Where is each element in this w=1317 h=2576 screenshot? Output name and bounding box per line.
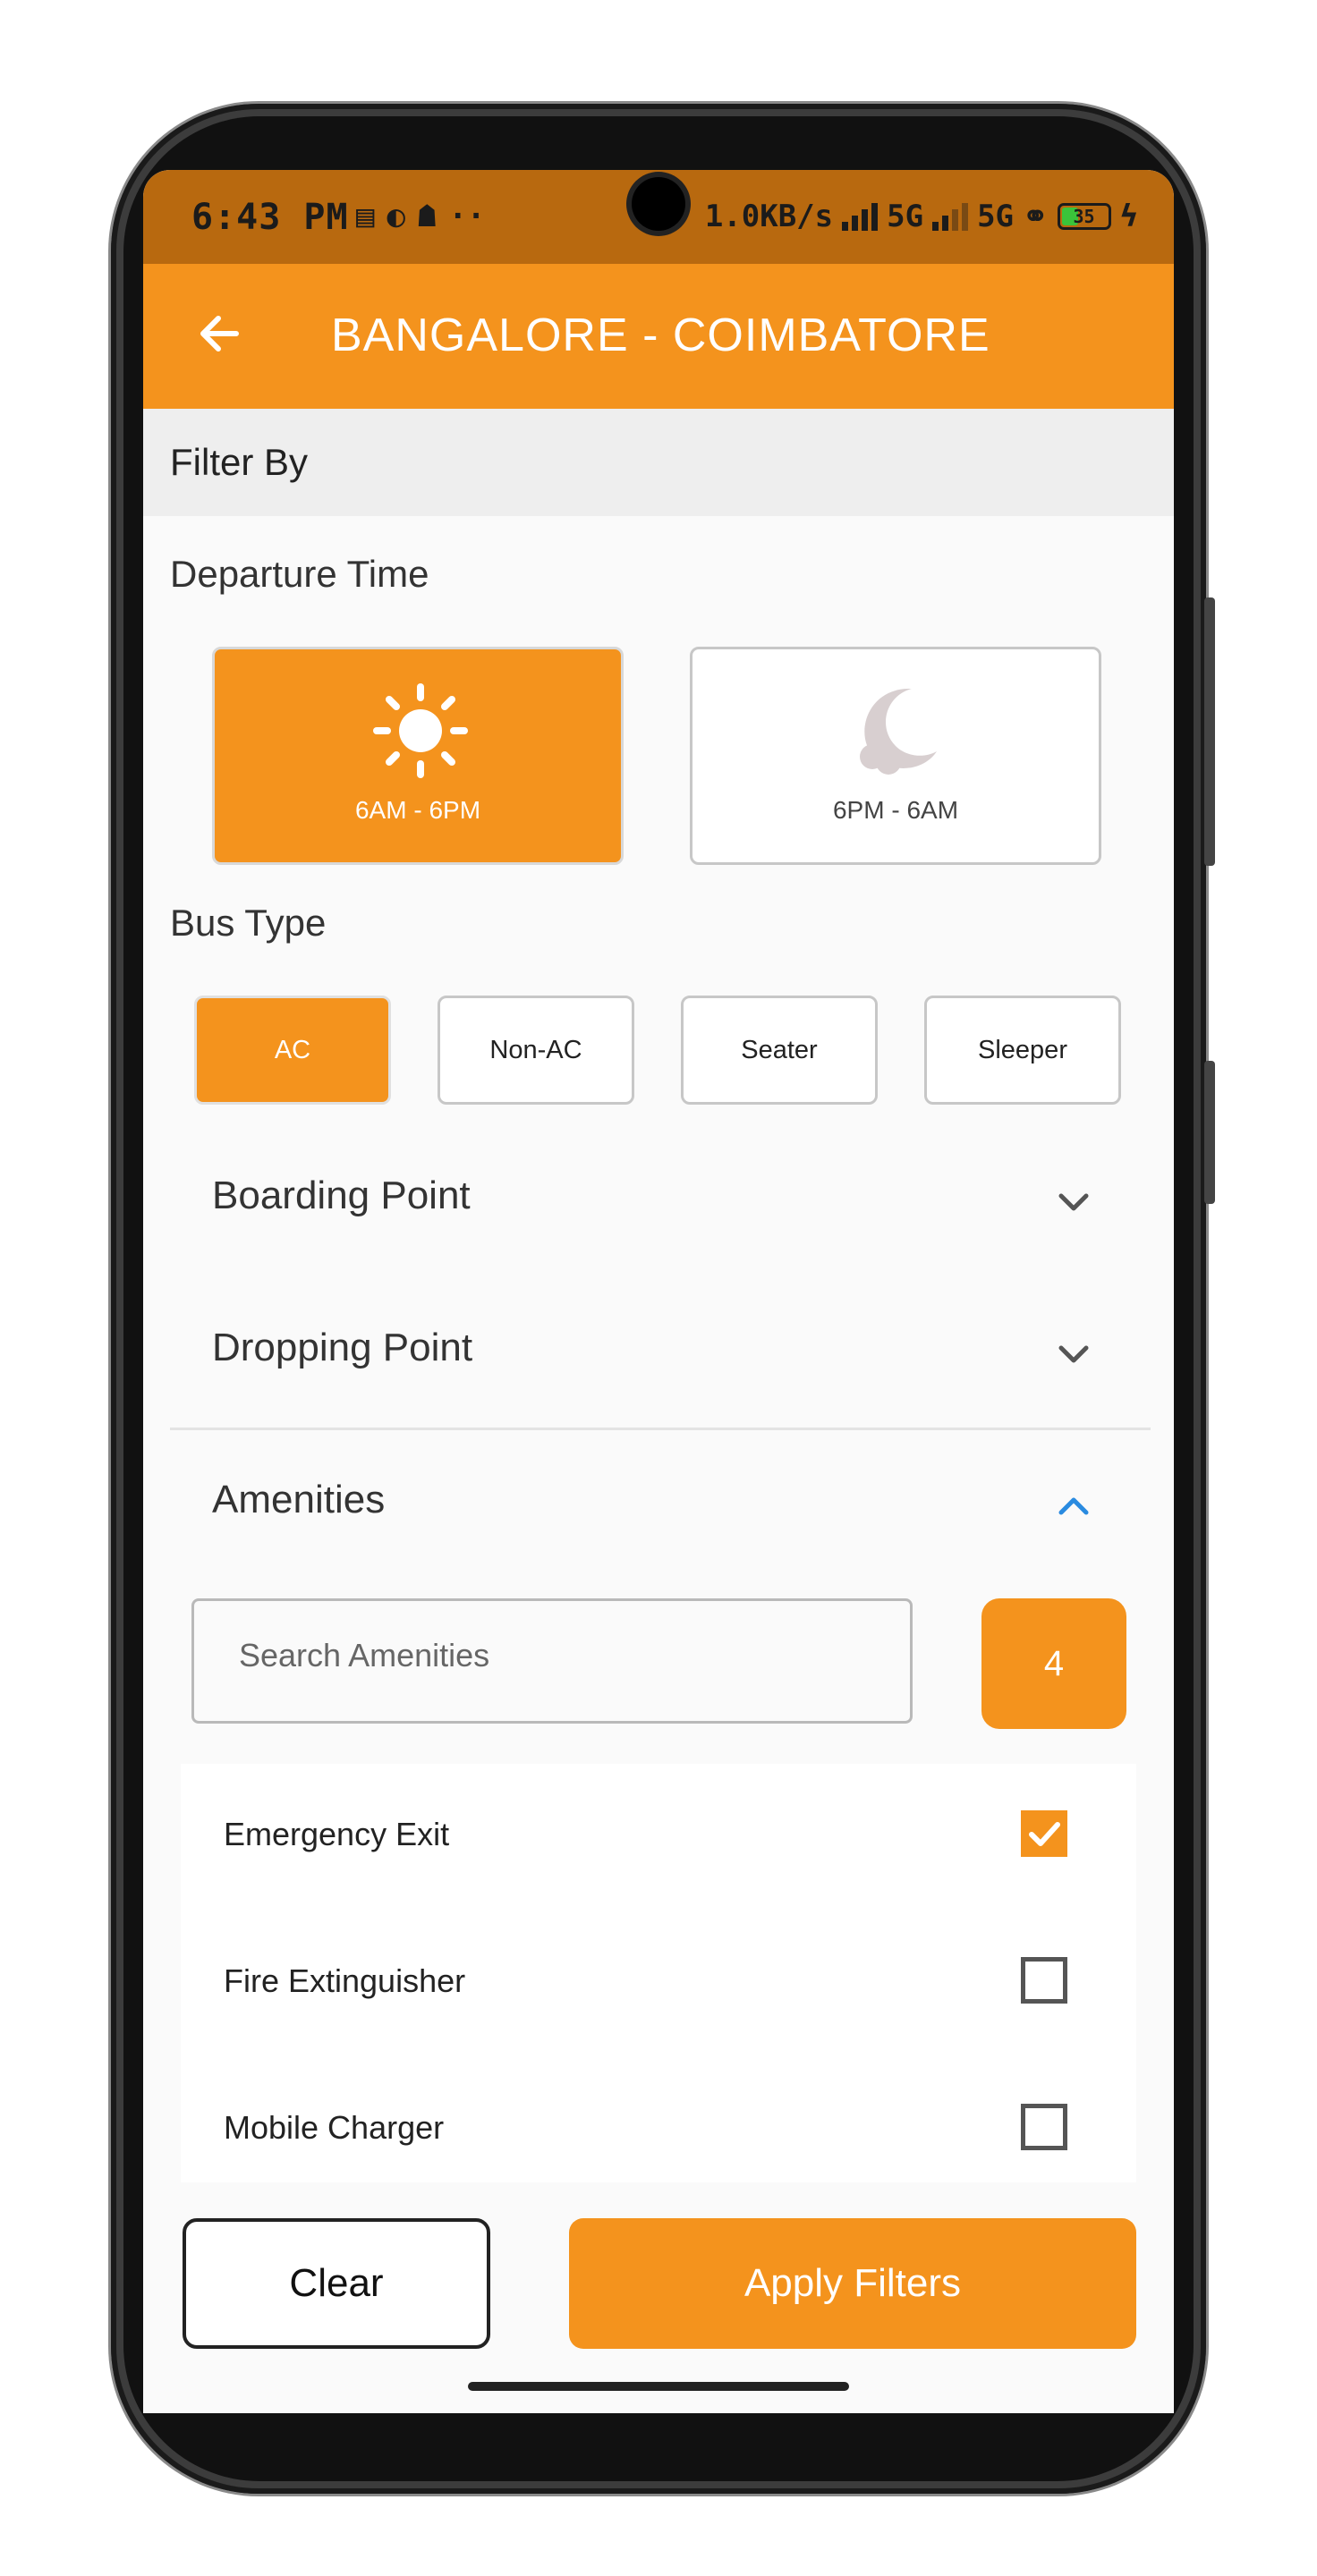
app-screen: 6:43 PM ▤ ◐ ☗ ·· 1.0KB/s 5G 5G ⚭ 35 ϟ BA… bbox=[143, 170, 1174, 2413]
battery-level: 35 bbox=[1073, 206, 1095, 227]
departure-day-label: 6AM - 6PM bbox=[354, 796, 481, 824]
dropping-point-label: Dropping Point bbox=[212, 1326, 473, 1369]
amenities-list: Emergency Exit Fire Extinguisher Mobile … bbox=[181, 1764, 1136, 2184]
moon-icon bbox=[860, 689, 937, 775]
signal-1-icon bbox=[842, 202, 879, 231]
boarding-point-label: Boarding Point bbox=[212, 1174, 471, 1217]
link-icon: ⚭ bbox=[1023, 199, 1049, 234]
app-bar: BANGALORE - COIMBATORE bbox=[143, 264, 1174, 409]
chevron-down-icon bbox=[1058, 1193, 1089, 1211]
clear-button[interactable]: Clear bbox=[183, 2218, 490, 2349]
net-speed: 1.0KB/s bbox=[704, 199, 834, 234]
bus-type-label: Bus Type bbox=[170, 902, 327, 944]
departure-night-label: 6PM - 6AM bbox=[832, 796, 959, 824]
front-camera bbox=[632, 177, 685, 231]
status-time: 6:43 PM bbox=[191, 197, 349, 238]
amenity-label: Mobile Charger bbox=[224, 2109, 445, 2146]
power-button bbox=[1204, 1061, 1215, 1204]
charging-icon: ϟ bbox=[1119, 199, 1138, 234]
snapchat-icon: ☗ bbox=[417, 199, 437, 234]
sun-icon bbox=[373, 683, 468, 778]
list-item[interactable]: Fire Extinguisher bbox=[181, 1911, 1136, 2057]
apply-filters-button[interactable]: Apply Filters bbox=[569, 2218, 1136, 2349]
notification-icons: ▤ ◐ ☗ ·· bbox=[356, 199, 485, 234]
chevron-up-icon bbox=[1058, 1497, 1089, 1515]
chevron-down-icon bbox=[1058, 1345, 1089, 1363]
bus-type-ac-button[interactable]: AC bbox=[194, 996, 391, 1105]
amenity-label: Emergency Exit bbox=[224, 1816, 450, 1852]
checkmark-icon bbox=[1029, 1822, 1060, 1846]
section-divider bbox=[170, 1428, 1151, 1430]
departure-night-option[interactable]: 6PM - 6AM bbox=[690, 647, 1101, 865]
amenities-count-badge[interactable]: 4 bbox=[981, 1598, 1126, 1729]
more-notifications-icon: ·· bbox=[448, 199, 486, 234]
volume-button bbox=[1204, 597, 1215, 866]
bus-type-sleeper-button[interactable]: Sleeper bbox=[924, 996, 1121, 1105]
status-right: 1.0KB/s 5G 5G ⚭ 35 ϟ bbox=[705, 199, 1138, 234]
amenity-checkbox[interactable] bbox=[1021, 1957, 1067, 2004]
home-indicator[interactable] bbox=[468, 2382, 849, 2391]
page-title: BANGALORE - COIMBATORE bbox=[331, 309, 990, 361]
departure-day-option[interactable]: 6AM - 6PM bbox=[212, 647, 624, 865]
network-1: 5G bbox=[887, 199, 924, 234]
boarding-point-section[interactable]: Boarding Point bbox=[143, 1145, 1174, 1252]
status-bar: 6:43 PM ▤ ◐ ☗ ·· 1.0KB/s 5G 5G ⚭ 35 ϟ bbox=[143, 170, 1174, 264]
battery-icon: 35 bbox=[1057, 203, 1111, 230]
amenities-search-field[interactable] bbox=[191, 1598, 913, 1724]
message-icon: ▤ bbox=[356, 199, 375, 234]
network-2: 5G bbox=[977, 199, 1015, 234]
amenities-section[interactable]: Amenities bbox=[143, 1449, 1174, 1556]
amenity-checkbox[interactable] bbox=[1021, 1810, 1067, 1857]
bus-type-non-ac-button[interactable]: Non-AC bbox=[438, 996, 634, 1105]
bus-type-seater-button[interactable]: Seater bbox=[681, 996, 878, 1105]
list-item[interactable]: Emergency Exit bbox=[181, 1764, 1136, 1911]
signal-2-icon bbox=[932, 202, 969, 231]
dropping-point-section[interactable]: Dropping Point bbox=[143, 1297, 1174, 1404]
back-arrow-icon[interactable] bbox=[193, 307, 247, 360]
amenities-label: Amenities bbox=[212, 1478, 386, 1521]
filter-by-header: Filter By bbox=[143, 409, 1174, 516]
filter-by-label: Filter By bbox=[170, 441, 309, 483]
amenity-label: Fire Extinguisher bbox=[224, 1962, 466, 1999]
amenity-checkbox[interactable] bbox=[1021, 2104, 1067, 2150]
amenities-search-input[interactable] bbox=[239, 1637, 865, 1674]
departure-time-label: Departure Time bbox=[170, 553, 429, 595]
app-notification-icon: ◐ bbox=[387, 199, 405, 234]
